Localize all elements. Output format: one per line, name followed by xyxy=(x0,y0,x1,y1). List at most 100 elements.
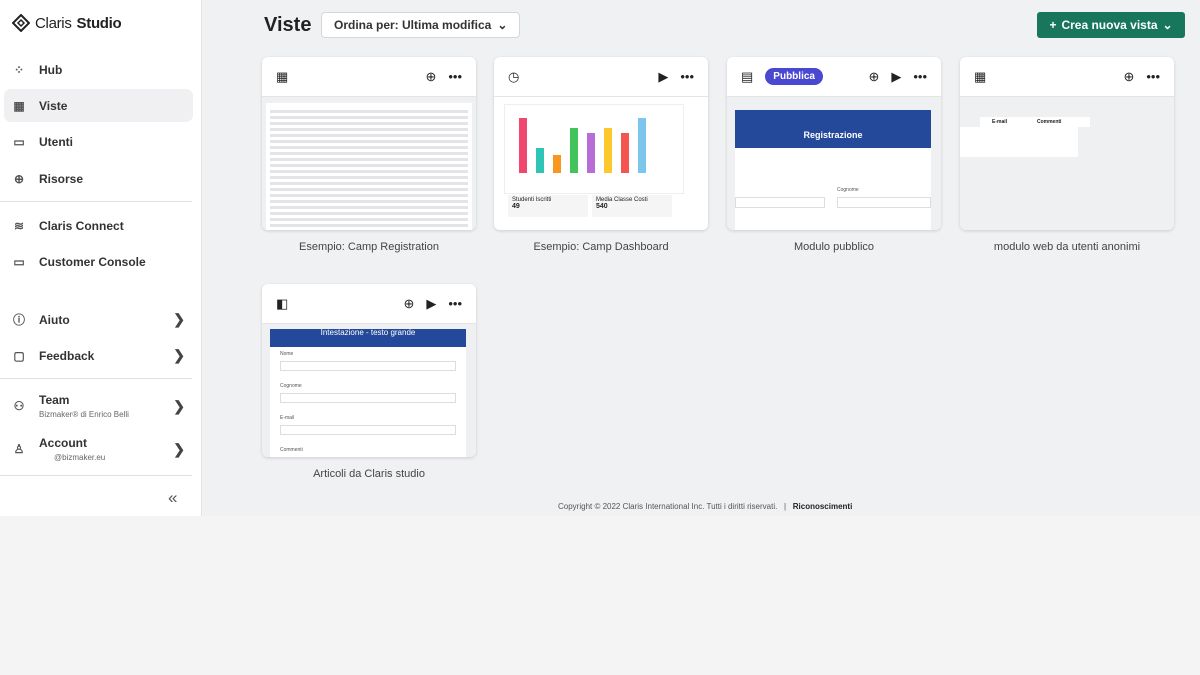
sort-dropdown[interactable]: Ordina per: Ultima modifica ⌄ xyxy=(321,12,521,38)
main-content: Viste Ordina per: Ultima modifica ⌄ + Crea… xyxy=(203,0,1200,516)
table-icon: ▦ xyxy=(974,68,987,84)
form-field-label: Cognome xyxy=(837,187,859,193)
card-label[interactable]: Articoli da Claris studio xyxy=(262,468,476,480)
page-title: Viste xyxy=(264,14,312,36)
dashboard-icon: ◷ xyxy=(508,68,520,84)
chevron-right-icon: ❯ xyxy=(173,347,185,363)
hub-icon: ⁘ xyxy=(13,62,25,77)
sidebar-item-utenti[interactable]: ▭ Utenti xyxy=(4,125,193,158)
sidebar-item-feedback[interactable]: ▢ Feedback ❯ xyxy=(4,339,193,372)
form-field-label: Nome xyxy=(280,351,294,357)
sidebar-item-label: Viste xyxy=(39,98,68,113)
preview-icon[interactable]: ▶ xyxy=(891,69,901,85)
view-preview: Registrazione Cognome xyxy=(727,97,941,230)
sidebar-item-label: Feedback xyxy=(39,348,95,363)
sidebar-item-label: Utenti xyxy=(39,134,73,149)
sidebar-item-claris-connect[interactable]: ≋ Claris Connect xyxy=(4,209,193,242)
separator: | xyxy=(784,502,787,511)
view-preview xyxy=(262,97,476,230)
sidebar-item-label: Aiuto xyxy=(39,312,70,327)
account-email: @bizmaker.eu xyxy=(54,453,106,462)
sidebar-item-label: Risorse xyxy=(39,171,84,186)
acknowledgements-link[interactable]: Riconoscimenti xyxy=(793,502,853,511)
create-view-button[interactable]: + Crea nuova vista ⌄ xyxy=(1037,12,1185,38)
window-icon: ▭ xyxy=(13,254,25,269)
add-icon[interactable]: ⊕ xyxy=(1123,69,1134,85)
info-icon: ⓘ xyxy=(12,313,25,327)
team-icon: ⚇ xyxy=(13,399,25,413)
preview-icon[interactable]: ▶ xyxy=(658,69,668,85)
table-icon: ▦ xyxy=(276,68,289,84)
kpi-value: 49 xyxy=(512,203,520,210)
card-label[interactable]: modulo web da utenti anonimi xyxy=(960,241,1174,253)
claris-studio-logo[interactable]: Claris Studio xyxy=(12,14,122,32)
form-field-label: E-mail xyxy=(280,415,295,421)
chevron-right-icon: ❯ xyxy=(173,397,185,414)
sidebar-item-account[interactable]: ♙ Account @bizmaker.eu ❯ xyxy=(4,431,193,467)
sidebar-item-label: Team xyxy=(39,393,70,407)
more-icon[interactable]: ••• xyxy=(680,69,694,84)
add-icon[interactable]: ⊕ xyxy=(425,69,436,85)
more-icon[interactable]: ••• xyxy=(448,69,462,84)
divider xyxy=(0,475,192,476)
form-field-label: Cognome xyxy=(280,383,302,389)
empty-area xyxy=(0,516,1200,675)
footer: Copyright © 2022 Claris International In… xyxy=(558,502,852,511)
more-icon[interactable]: ••• xyxy=(1146,69,1160,84)
chevron-right-icon: ❯ xyxy=(173,440,185,457)
card-label[interactable]: Esempio: Camp Dashboard xyxy=(494,241,708,253)
sidebar-item-label: Account xyxy=(39,436,87,450)
view-card[interactable]: ▦ ⊕ ••• E-mail Commenti xyxy=(960,57,1174,230)
form-icon: ▤ xyxy=(741,68,754,84)
sidebar-item-team[interactable]: ⚇ Team Bizmaker® di Enrico Belli ❯ xyxy=(4,388,193,424)
create-label: Crea nuova vista xyxy=(1061,18,1158,32)
rss-icon: ≋ xyxy=(13,218,25,233)
chevron-down-icon: ⌄ xyxy=(1162,18,1173,32)
card-label[interactable]: Esempio: Camp Registration xyxy=(262,241,476,253)
view-preview: Studenti Iscritti 49 Media Classe Costi 54… xyxy=(494,97,708,230)
logo-text-bold: Studio xyxy=(76,14,122,32)
id-card-icon: ▭ xyxy=(13,134,25,149)
sidebar-item-label: Customer Console xyxy=(39,254,146,269)
form-field-label: Commenti xyxy=(280,447,303,453)
download-icon: ⊕ xyxy=(13,171,25,186)
add-icon[interactable]: ⊕ xyxy=(868,69,879,85)
divider xyxy=(0,201,192,202)
view-card[interactable]: ▤ Pubblica ⊕ ▶ ••• Registrazione Cognome xyxy=(727,57,941,230)
view-preview: Intestazione - testo grande Nome Cognome… xyxy=(262,324,476,457)
view-preview: E-mail Commenti xyxy=(960,97,1174,230)
sidebar: Claris Studio ⁘ Hub ▦ Viste ▭ Utenti ⊕ Risors… xyxy=(0,0,202,516)
column-header: E-mail xyxy=(992,119,1008,125)
user-icon: ♙ xyxy=(13,442,25,456)
logo-text-light: Claris xyxy=(35,14,72,32)
column-header: Commenti xyxy=(1037,119,1062,125)
form-banner: Registrazione xyxy=(735,110,931,148)
copyright-text: Copyright © 2022 Claris International In… xyxy=(558,502,778,511)
chevron-right-icon: ❯ xyxy=(173,311,185,327)
view-card[interactable]: ◧ ⊕ ▶ ••• Intestazione - testo grande Nome … xyxy=(262,284,476,457)
sidebar-item-aiuto[interactable]: ⓘ Aiuto ❯ xyxy=(4,303,193,336)
sidebar-item-risorse[interactable]: ⊕ Risorse xyxy=(4,162,193,195)
collapse-sidebar-icon[interactable]: « xyxy=(168,488,177,508)
preview-icon[interactable]: ▶ xyxy=(426,296,436,312)
more-icon[interactable]: ••• xyxy=(448,296,462,311)
add-icon[interactable]: ⊕ xyxy=(403,296,414,312)
team-name: Bizmaker® di Enrico Belli xyxy=(39,410,129,419)
sidebar-item-customer-console[interactable]: ▭ Customer Console xyxy=(4,245,193,278)
sidebar-item-hub[interactable]: ⁘ Hub xyxy=(4,53,193,86)
sidebar-item-label: Hub xyxy=(39,62,63,77)
view-card[interactable]: ◷ ▶ ••• Studenti Iscritti 49 Media Classe C… xyxy=(494,57,708,230)
sidebar-layout-icon: ◧ xyxy=(276,295,289,311)
chevron-down-icon: ⌄ xyxy=(497,18,508,32)
claris-logo-icon xyxy=(12,14,30,32)
divider xyxy=(0,378,192,379)
chat-icon: ▢ xyxy=(13,348,25,363)
public-badge: Pubblica xyxy=(765,68,823,85)
form-banner: Intestazione - testo grande xyxy=(270,329,466,347)
sort-label: Ordina per: Ultima modifica xyxy=(334,18,492,32)
sidebar-item-label: Claris Connect xyxy=(39,218,124,233)
card-label[interactable]: Modulo pubblico xyxy=(727,241,941,253)
view-card[interactable]: ▦ ⊕ ••• xyxy=(262,57,476,230)
more-icon[interactable]: ••• xyxy=(913,69,927,84)
sidebar-item-viste[interactable]: ▦ Viste xyxy=(4,89,193,122)
